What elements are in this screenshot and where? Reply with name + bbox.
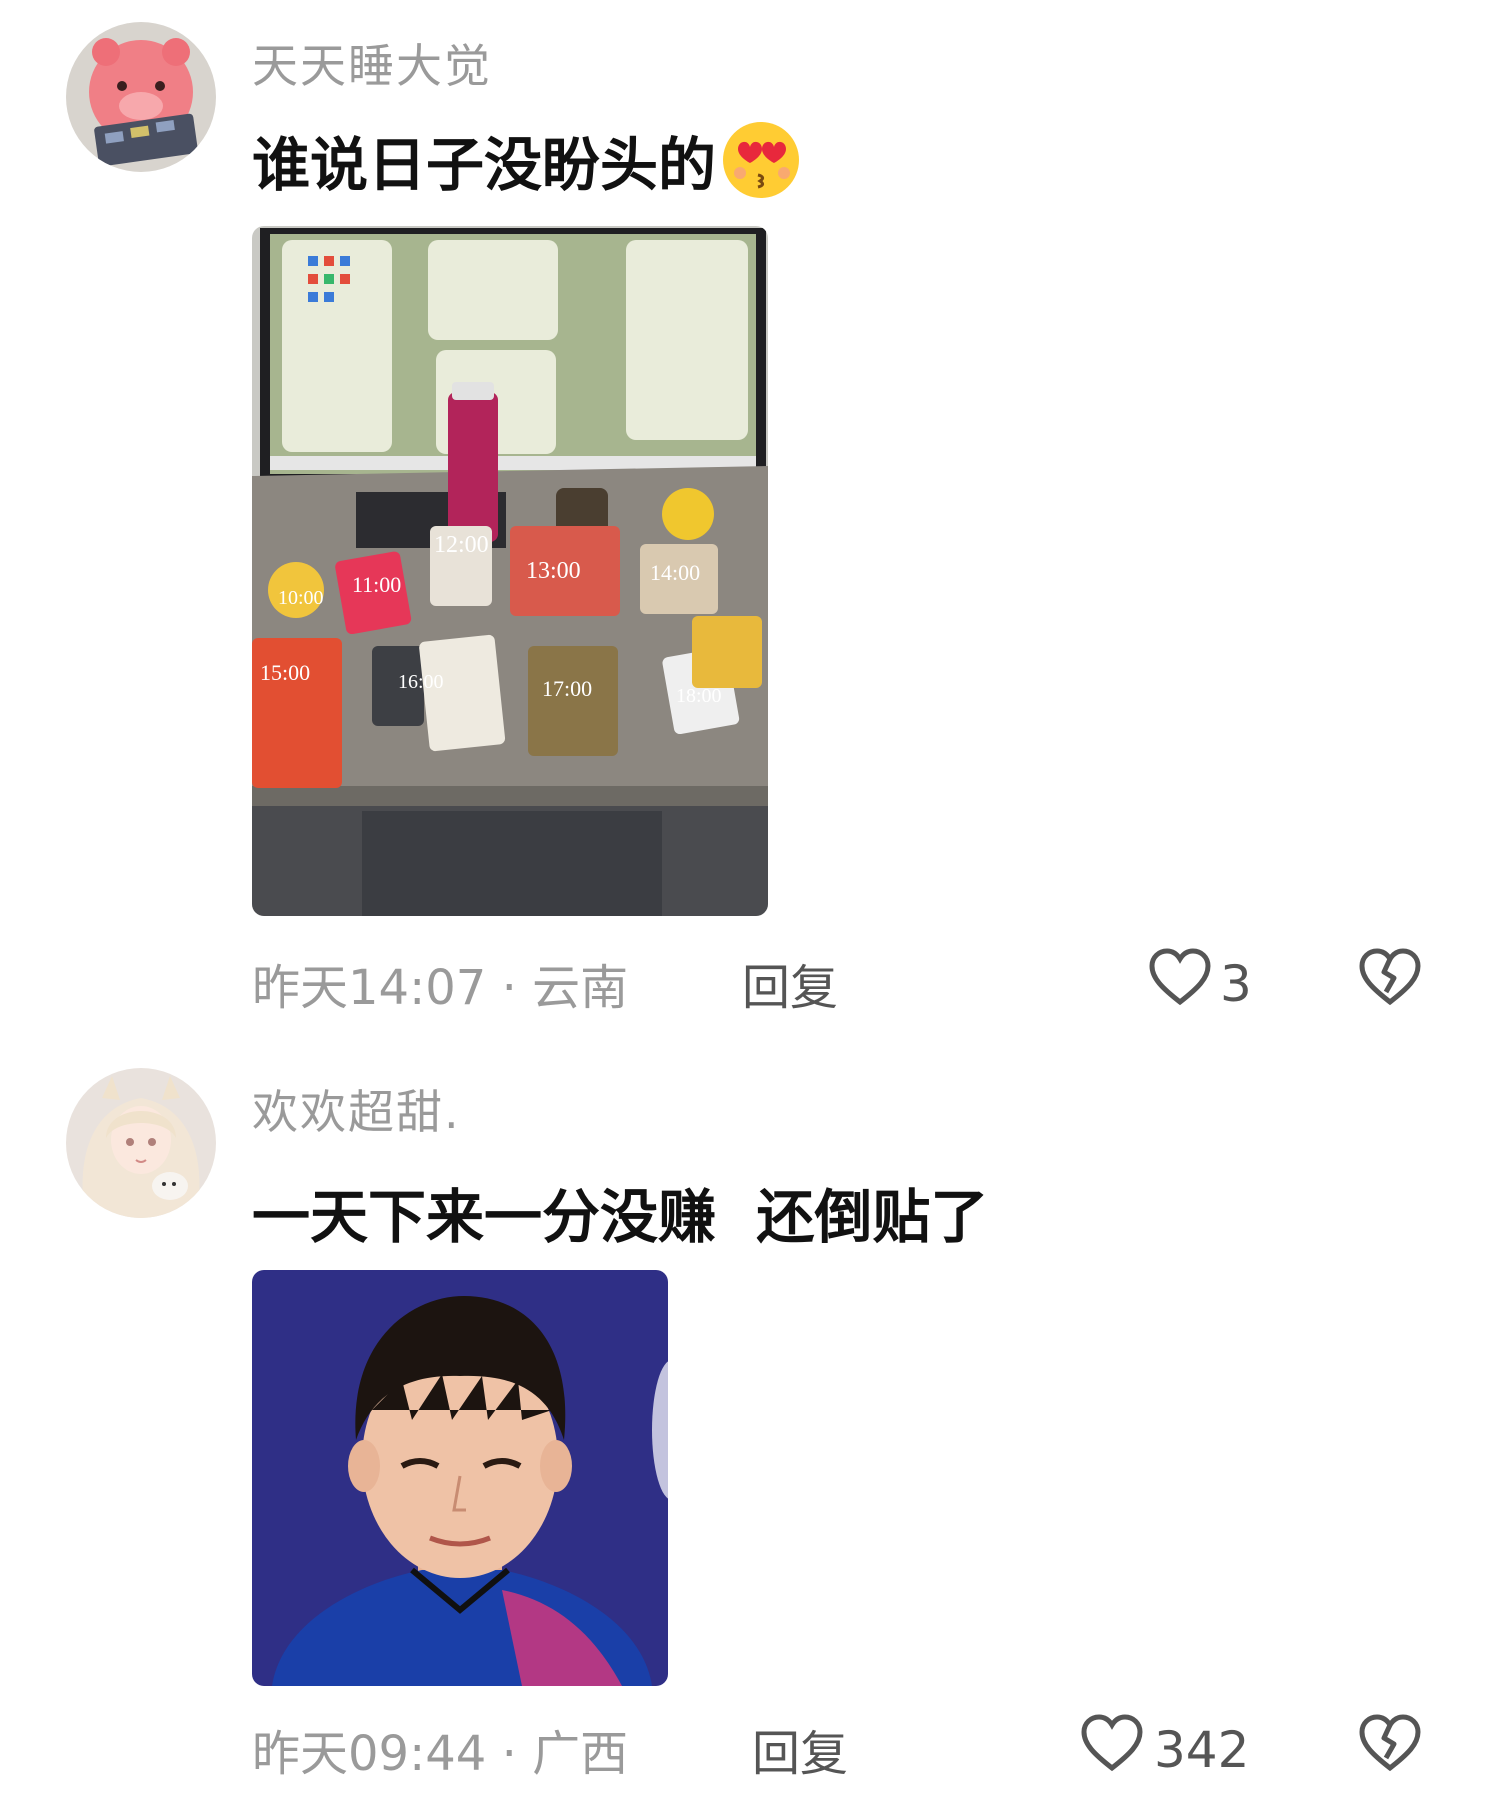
heart-eyes-kiss-emoji-icon	[720, 119, 802, 201]
username[interactable]: 天天睡大觉	[252, 30, 492, 96]
heart-icon	[1148, 948, 1212, 1020]
comment-time-location: 昨天09:44 · 广西	[252, 1726, 629, 1782]
comment-text: 一天下来一分没赚 还倒贴了	[252, 1170, 988, 1254]
heart-icon	[1080, 1714, 1144, 1786]
photo-time-label: 12:00	[434, 532, 489, 558]
photo-time-label: 16:00	[398, 671, 444, 693]
comment-text-content: 谁说日子没盼头的	[252, 131, 717, 199]
comment-photo[interactable]: 12:00 13:00 14:00 10:00 11:00 15:00 16:0…	[252, 226, 768, 916]
photo-time-label: 14:00	[650, 560, 700, 585]
photo-time-label: 11:00	[352, 572, 401, 597]
photo-time-label: 13:00	[526, 558, 581, 584]
photo-time-label: 17:00	[542, 676, 592, 701]
user-avatar[interactable]	[66, 22, 216, 172]
photo-time-label: 18:00	[676, 685, 722, 707]
like-button[interactable]: 3	[1148, 948, 1252, 1020]
photo-time-label: 15:00	[260, 660, 310, 685]
like-button[interactable]: 342	[1080, 1714, 1249, 1786]
comment-photo[interactable]	[252, 1270, 668, 1686]
comment-meta: 昨天14:07 · 云南 回复 3	[252, 948, 1432, 1016]
photo-time-label: 10:00	[278, 587, 324, 609]
reply-button[interactable]: 回复	[742, 948, 838, 1018]
broken-heart-icon[interactable]	[1358, 1714, 1422, 1786]
reply-button[interactable]: 回复	[752, 1714, 848, 1784]
broken-heart-icon[interactable]	[1358, 948, 1422, 1020]
comment-meta: 昨天09:44 · 广西 回复 342	[252, 1714, 1432, 1782]
comment-time-location: 昨天14:07 · 云南	[252, 960, 629, 1016]
username[interactable]: 欢欢超甜.	[252, 1076, 461, 1142]
comment-text-content: 一天下来一分没赚 还倒贴了	[252, 1183, 989, 1251]
like-count: 342	[1154, 1721, 1250, 1779]
comment-text: 谁说日子没盼头的	[252, 118, 802, 202]
like-count: 3	[1220, 955, 1252, 1013]
user-avatar[interactable]	[66, 1068, 216, 1218]
